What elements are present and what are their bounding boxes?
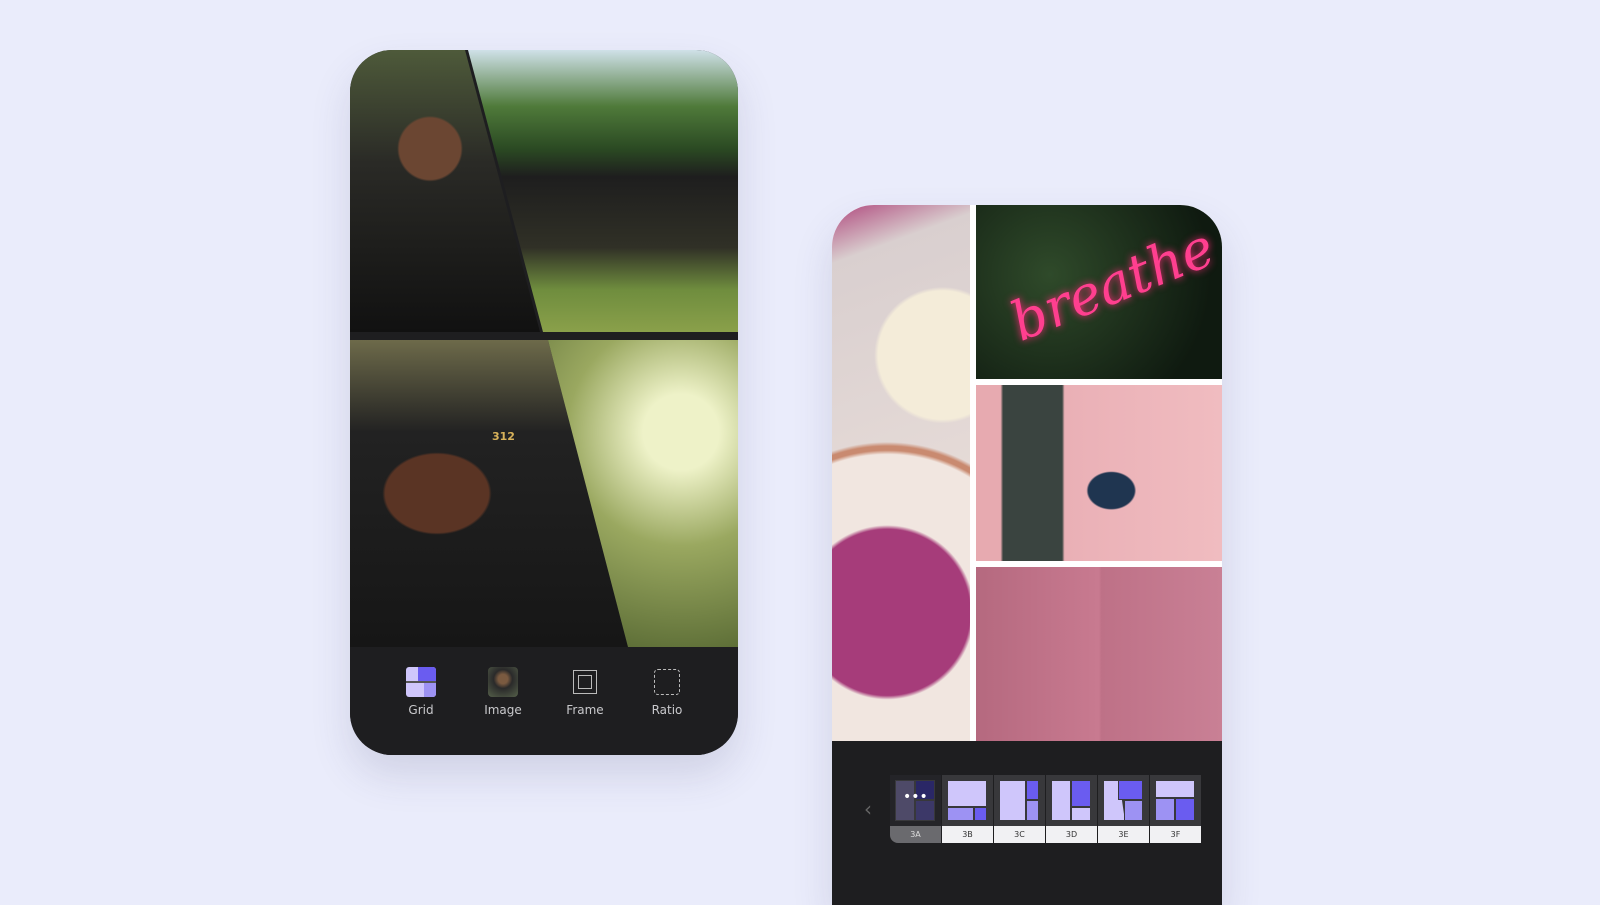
more-icon: •••	[903, 789, 928, 805]
tool-frame[interactable]: Frame	[550, 667, 620, 755]
layout-3f[interactable]: 3F	[1150, 775, 1201, 843]
layout-3d[interactable]: 3D	[1046, 775, 1097, 843]
frame-icon	[570, 667, 600, 697]
layout-3e[interactable]: 3E	[1098, 775, 1149, 843]
photo-milk-and-plate[interactable]	[832, 205, 970, 741]
layout-3a[interactable]: ••• 3A	[890, 775, 941, 843]
neon-text: breathe	[1001, 215, 1222, 354]
photo-pink-room[interactable]	[976, 567, 1222, 741]
collage-phone-left: 312 Grid Image Frame Ratio	[350, 50, 738, 755]
grid-layout-icon	[406, 667, 436, 697]
layout-picker: ‹ ••• 3A 3B 3C 3D 3E 3F	[832, 741, 1222, 905]
cap-number-text: 312	[492, 430, 515, 443]
tool-grid[interactable]: Grid	[386, 667, 456, 755]
layout-3b[interactable]: 3B	[942, 775, 993, 843]
layout-3c[interactable]: 3C	[994, 775, 1045, 843]
bottom-toolbar: Grid Image Frame Ratio	[350, 647, 738, 755]
tool-ratio[interactable]: Ratio	[632, 667, 702, 755]
tool-image[interactable]: Image	[468, 667, 538, 755]
photo-neon-breathe[interactable]: breathe	[976, 205, 1222, 379]
collage-phone-right: breathe ‹ ••• 3A 3B 3C 3D 3E 3F	[832, 205, 1222, 905]
chevron-left-icon[interactable]: ‹	[864, 797, 872, 821]
ratio-icon	[652, 667, 682, 697]
image-thumbnail-icon	[488, 667, 518, 697]
photo-woman-pink-wall[interactable]	[976, 385, 1222, 561]
